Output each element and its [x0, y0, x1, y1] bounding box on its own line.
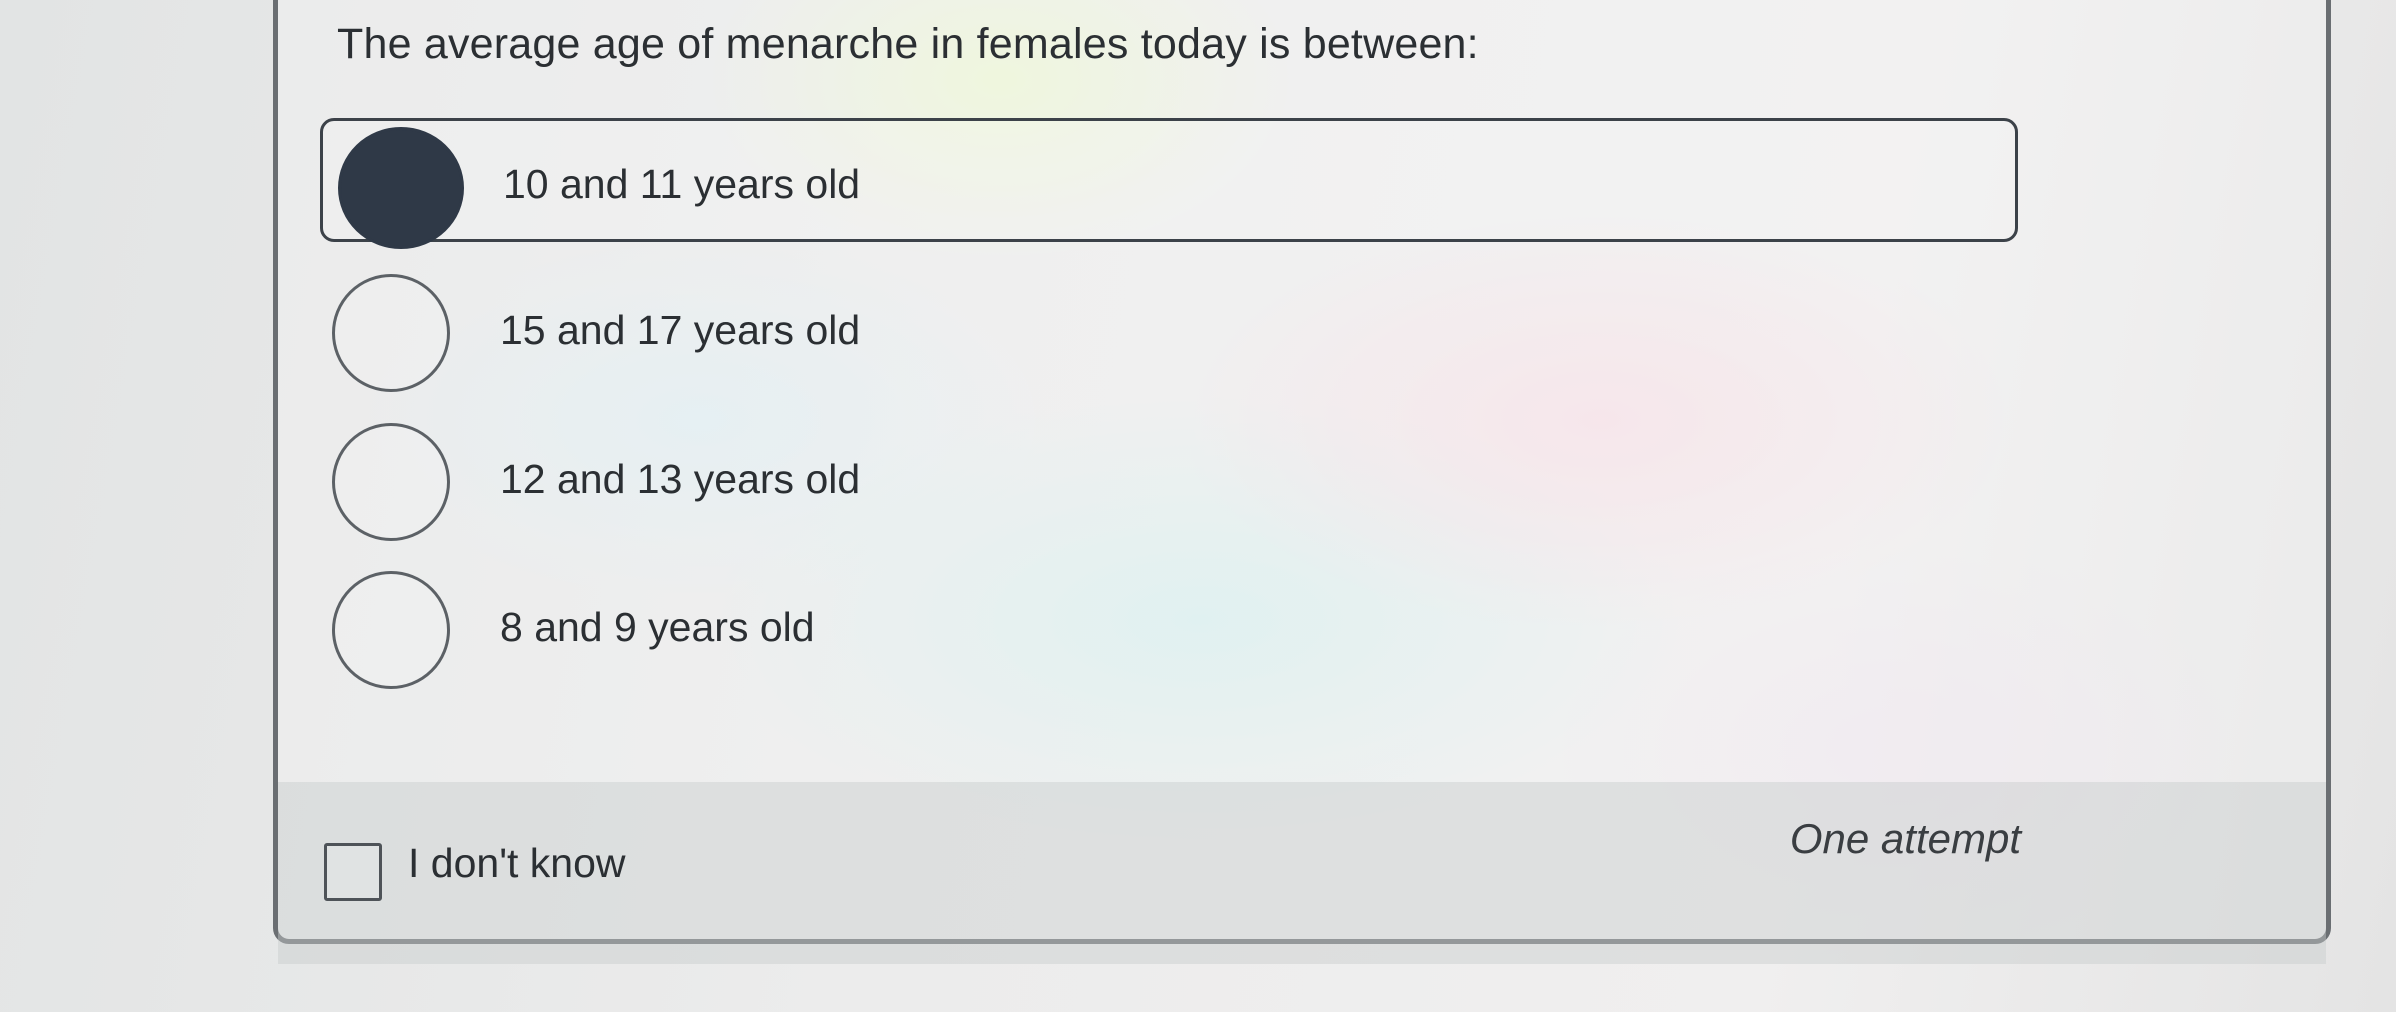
dont-know-checkbox[interactable] — [324, 843, 382, 901]
answer-option-label: 12 and 13 years old — [500, 456, 861, 502]
radio-empty-icon[interactable] — [332, 274, 450, 392]
answer-option-3[interactable]: 12 and 13 years old — [320, 416, 2018, 541]
question-text: The average age of menarche in females t… — [337, 20, 1479, 68]
answer-option-label: 8 and 9 years old — [500, 604, 815, 650]
answer-option-4[interactable]: 8 and 9 years old — [320, 564, 2018, 689]
answer-option-label: 15 and 17 years old — [500, 307, 861, 353]
answer-option-label: 10 and 11 years old — [503, 161, 861, 207]
answer-option-2[interactable]: 15 and 17 years old — [320, 267, 2018, 392]
attempts-label: One attempt — [1789, 815, 2021, 862]
answer-option-1[interactable]: 10 and 11 years old — [320, 118, 2018, 249]
radio-empty-icon[interactable] — [332, 423, 450, 541]
dont-know-label[interactable]: I don't know — [408, 840, 626, 887]
radio-selected-icon[interactable] — [338, 127, 464, 249]
radio-empty-icon[interactable] — [332, 571, 450, 689]
